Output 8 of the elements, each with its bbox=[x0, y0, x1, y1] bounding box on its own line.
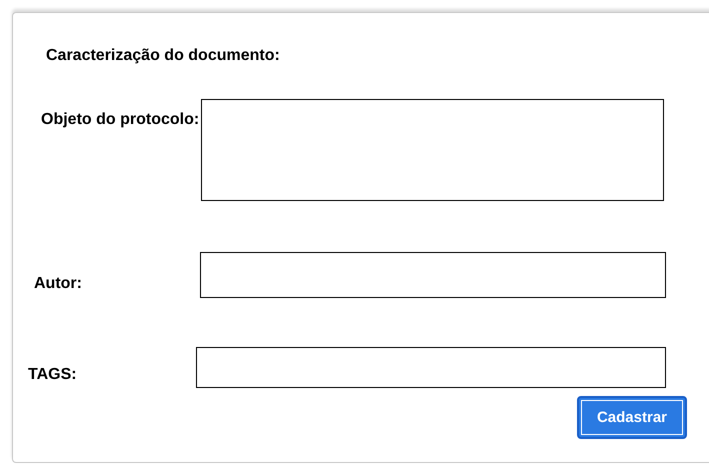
register-button[interactable]: Cadastrar bbox=[577, 396, 687, 439]
input-field[interactable] bbox=[200, 252, 666, 298]
text-area[interactable] bbox=[201, 99, 664, 201]
field-label: TAGS: bbox=[28, 364, 78, 384]
field-label: Autor: bbox=[34, 274, 83, 294]
form-title: Caracterização do documento: bbox=[46, 47, 280, 65]
field-label: Objeto do protocolo: bbox=[41, 110, 200, 130]
input-field[interactable] bbox=[196, 347, 666, 388]
